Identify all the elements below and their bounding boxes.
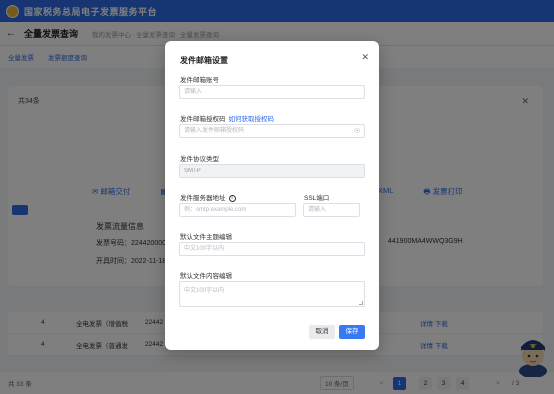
protocol-label: 发件协议类型 [180,156,219,163]
protocol-field [179,164,365,178]
smtp-server-input[interactable] [179,203,296,217]
content-label: 默认文件内容编辑 [180,273,232,280]
auth-code-input[interactable] [179,124,365,138]
auth-code-label: 发件邮箱授权码 如何获取授权码 [180,116,275,123]
save-button[interactable]: 保存 [339,325,365,339]
close-icon[interactable]: ✕ [361,52,369,63]
subject-label: 默认文件主题编辑 [180,234,232,241]
resize-handle-icon[interactable] [359,301,363,305]
info-icon[interactable]: i [228,194,236,202]
ssl-port-label: SSL端口 [304,195,330,202]
dialog-title: 发件邮箱设置 [180,56,228,65]
default-subject-input[interactable] [179,242,365,256]
email-settings-dialog: 发件邮箱设置 ✕ 发件邮箱账号 发件邮箱授权码如何获取授权码 ☉ 发件协议类型 … [165,41,379,350]
ssl-port-input[interactable] [303,203,360,217]
account-label: 发件邮箱账号 [180,77,219,84]
default-content-textarea[interactable] [179,281,365,307]
sender-email-input[interactable] [179,85,365,99]
server-label: 发件服务器地址 i [180,192,236,202]
get-auth-code-link[interactable]: 如何获取授权码 [229,116,275,123]
cancel-button[interactable]: 取消 [309,325,335,339]
eye-icon[interactable]: ☉ [354,127,360,135]
